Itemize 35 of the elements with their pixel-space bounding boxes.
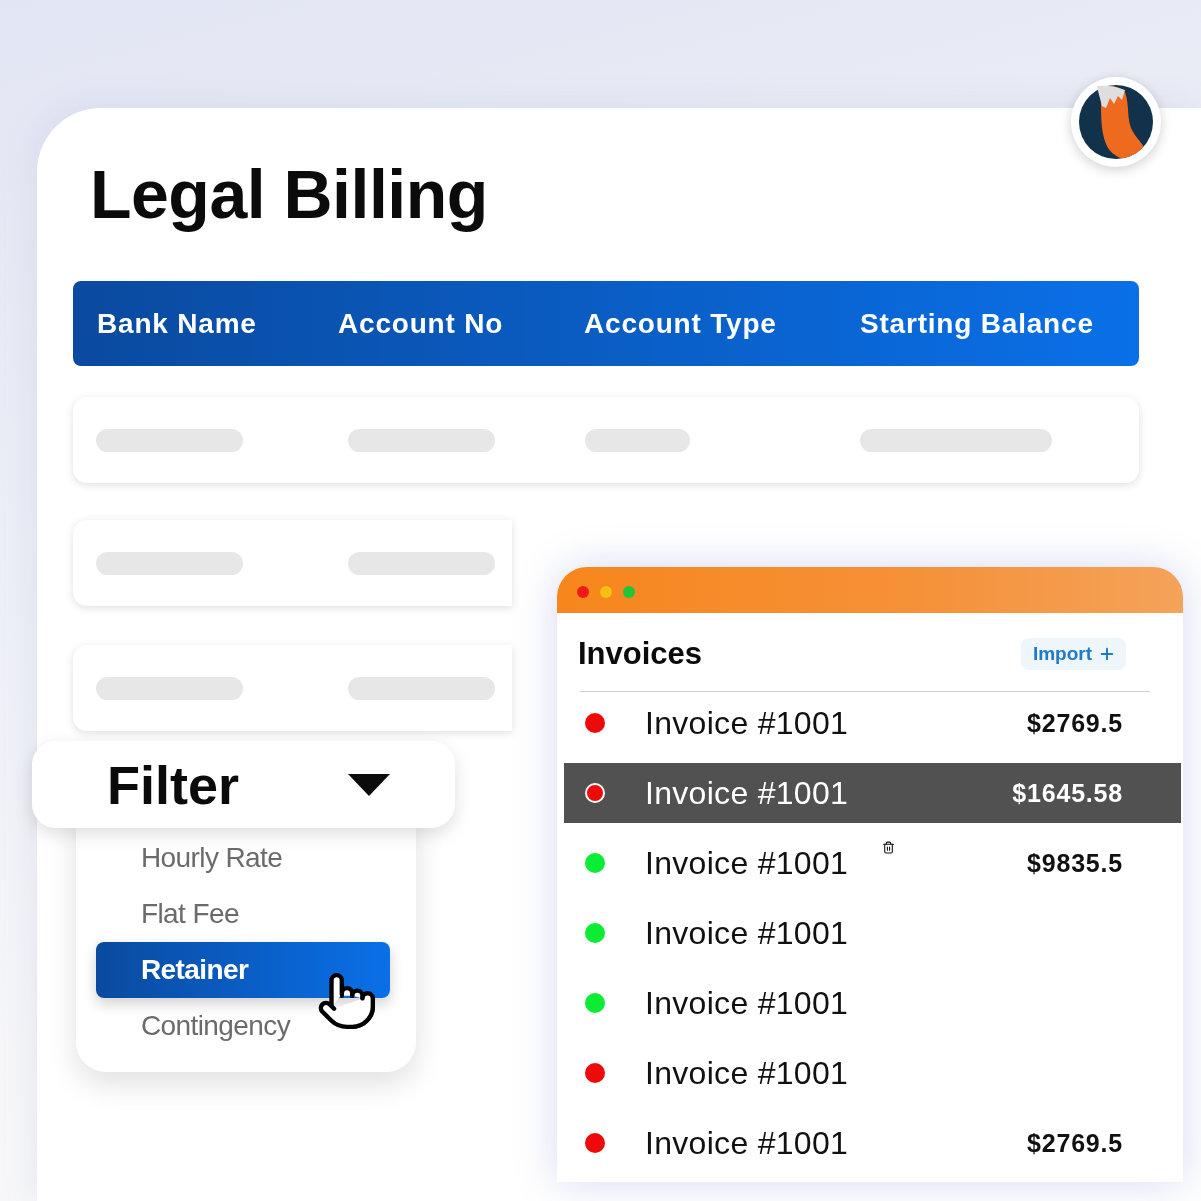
filter-option[interactable]: Retainer [96,942,390,998]
import-button[interactable]: Import [1020,638,1126,670]
column-header: Bank Name [97,307,257,340]
invoice-row[interactable]: Invoice #1001 $2769.5 [564,1113,1181,1173]
column-header: Starting Balance [860,307,1094,340]
column-header: Account Type [584,307,777,340]
caret-icon [348,773,390,796]
invoice-row[interactable]: Invoice #1001 [564,903,1181,963]
invoice-amount: $9835.5 [1027,848,1123,878]
invoice-name: Invoice #1001 [645,1124,849,1162]
invoice-amount: $2769.5 [1027,1128,1123,1158]
invoice-row[interactable]: Invoice #1001 [564,1043,1181,1103]
invoice-row[interactable]: Invoice #1001 [564,973,1181,1033]
invoice-name: Invoice #1001 [645,774,849,812]
invoice-name: Invoice #1001 [645,704,849,742]
window-maximize-dot-icon[interactable] [623,586,635,598]
column-header: Account No [338,307,504,340]
invoice-name: Invoice #1001 [645,844,849,882]
invoice-row[interactable]: Invoice #1001 $1645.58 [564,763,1181,823]
window-close-dot-icon[interactable] [577,586,589,598]
invoice-name: Invoice #1001 [645,1054,849,1092]
trash-icon[interactable] [882,841,896,855]
invoice-name: Invoice #1001 [645,914,849,952]
filter-dropdown[interactable]: Filter [32,741,455,828]
invoices-title: Invoices [578,636,703,672]
filter-option[interactable]: Flat Fee [96,886,390,942]
plus-icon [1098,645,1116,663]
invoice-row[interactable]: Invoice #1001 $9835.5 [564,833,1181,893]
invoice-amount: $1645.58 [1012,778,1123,808]
window-minimize-dot-icon[interactable] [600,586,612,598]
invoice-amount: $2769.5 [1027,708,1123,738]
filter-option[interactable]: Contingency [96,998,390,1054]
invoice-name: Invoice #1001 [645,984,849,1022]
invoice-row[interactable]: Invoice #1001 $2769.5 [564,693,1181,753]
filter-option[interactable]: Hourly Rate [96,830,390,886]
